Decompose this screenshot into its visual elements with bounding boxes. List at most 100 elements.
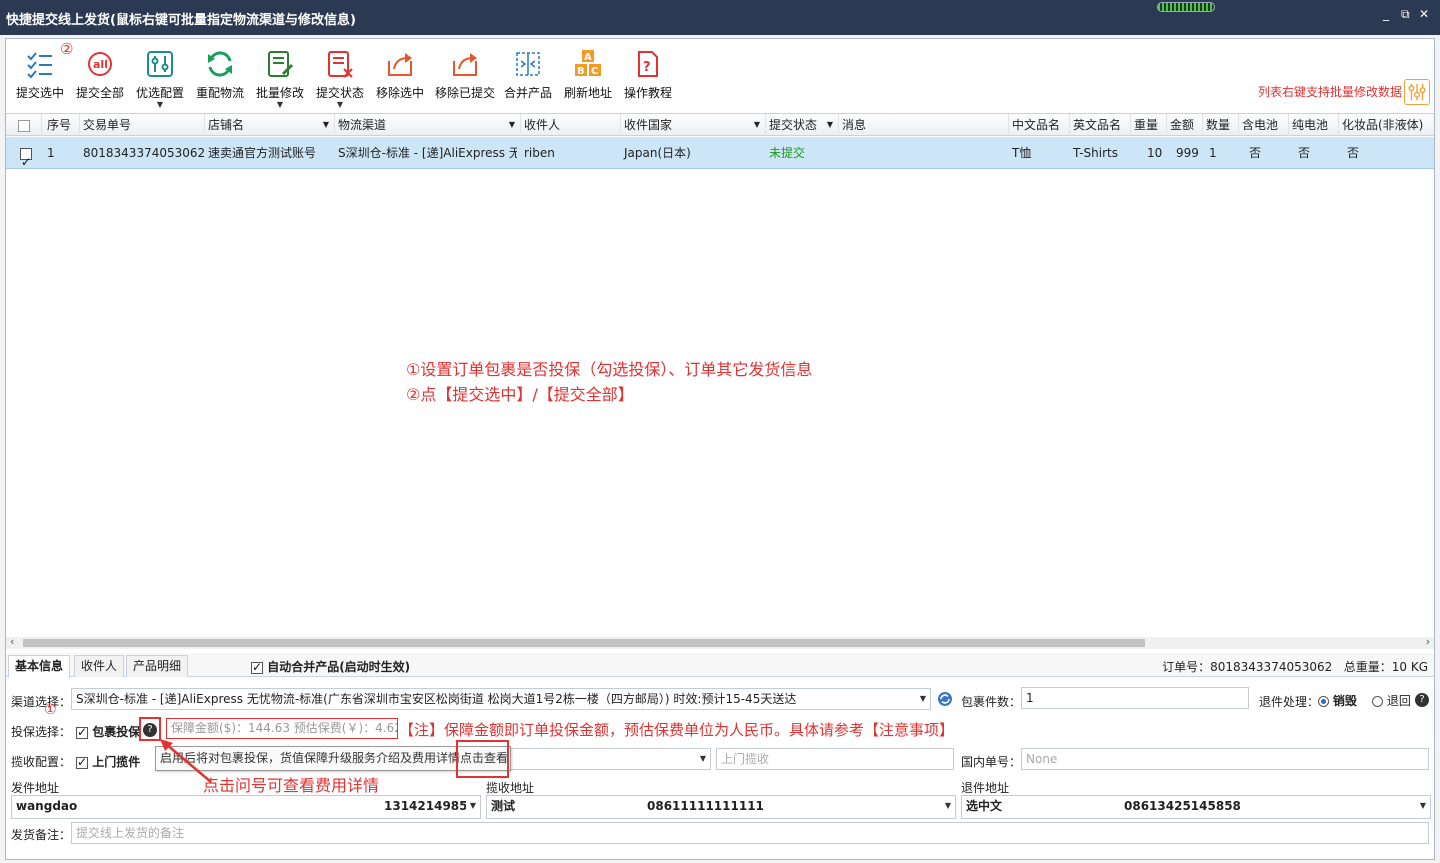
col-recipient[interactable]: 收件人 (521, 114, 621, 136)
minimize-button[interactable]: _ (1383, 7, 1389, 21)
tab-product-detail[interactable]: 产品明细 (126, 655, 189, 677)
remove-submitted-icon (453, 53, 477, 76)
col-battery[interactable]: 含电池 (1239, 114, 1289, 136)
filter-arrow-icon[interactable]: ▼ (323, 114, 329, 136)
col-country[interactable]: 收件国家 ▼ (621, 114, 766, 136)
instruction-note: ①设置订单包裹是否投保（勾选投保）、订单其它发货信息 ②点【提交选中】/【提交全… (406, 357, 812, 407)
scrollbar-thumb[interactable] (23, 639, 1145, 647)
insure-checkbox[interactable] (76, 725, 88, 739)
radio-destroy[interactable] (1318, 696, 1329, 707)
refresh-channel-icon[interactable] (937, 691, 953, 707)
pickup-config-label: 揽收配置： (11, 755, 72, 769)
close-button[interactable]: ✕ (1419, 7, 1429, 21)
merge-products-label: 合并产品 (503, 86, 552, 100)
col-status[interactable]: 提交状态 ▼ (766, 114, 839, 136)
submit-status-button[interactable]: 提交状态 ▼ (314, 49, 366, 109)
insure-toggle[interactable]: 包裹投保 (76, 723, 140, 740)
tab-recipient[interactable]: 收件人 (74, 655, 125, 677)
remove-selected-label: 移除选中 (375, 86, 424, 100)
svg-text:C: C (591, 66, 598, 77)
row-cn-name: T恤 (1012, 146, 1032, 160)
scroll-right-icon[interactable]: › (1426, 635, 1430, 648)
col-qty[interactable]: 数量 (1203, 114, 1239, 136)
domestic-no-label: 国内单号： (961, 755, 1022, 769)
col-trade-no[interactable]: 交易单号 (80, 114, 205, 136)
channel-value: S深圳仓-标准 - [递]AliExpress 无忧物流-标准(广东省深圳市宝安… (76, 692, 797, 706)
help-doc-icon: ? (638, 51, 658, 77)
refresh-address-button[interactable]: A B C 刷新地址 (562, 49, 614, 107)
return-option-return[interactable]: 退回 (1372, 692, 1411, 709)
filter-arrow-icon[interactable]: ▼ (827, 114, 833, 136)
row-shop: 速卖通官方测试账号 (208, 146, 317, 160)
table-row[interactable]: 1 8018343374053062 速卖通官方测试账号 S深圳仓-标准 - [… (6, 137, 1434, 169)
dropdown-arrow-icon: ▼ (336, 100, 344, 109)
submit-status-label: 提交状态 (315, 86, 364, 100)
row-cosmetic: 否 (1347, 146, 1360, 160)
return-help-icon[interactable]: ? (1415, 692, 1429, 707)
return-option-destroy[interactable]: 销毁 (1318, 692, 1357, 709)
pickup-address-label: 揽收地址 (486, 781, 535, 795)
col-shop[interactable]: 店铺名 ▼ (205, 114, 335, 136)
order-grid: 序号 交易单号 店铺名 ▼ 物流渠道 ▼ 收件人 收件国家 ▼ 提交状态 ▼ 消息 中文… (6, 113, 1434, 648)
submit-all-button[interactable]: all 提交全部 (74, 49, 126, 107)
remark-input[interactable]: 提交线上发货的备注 (71, 822, 1429, 844)
merge-products-button[interactable]: 合并产品 (502, 49, 554, 107)
scroll-left-icon[interactable]: ‹ (10, 635, 14, 648)
refresh-address-label: 刷新地址 (563, 86, 612, 100)
col-index[interactable]: 序号 (44, 114, 80, 136)
sender-name: wangdao (16, 799, 78, 813)
channel-label: 渠道选择： (11, 695, 72, 709)
grid-header: 序号 交易单号 店铺名 ▼ 物流渠道 ▼ 收件人 收件国家 ▼ 提交状态 ▼ 消息 中文… (6, 114, 1434, 136)
restore-button[interactable]: ⧉ (1401, 7, 1410, 22)
select-all-checkbox[interactable] (6, 114, 42, 136)
pickup-select[interactable]: ▼ (506, 748, 711, 770)
row-message (839, 137, 1009, 169)
tab-basic-info[interactable]: 基本信息 (8, 655, 71, 678)
col-en-name[interactable]: 英文品名 (1070, 114, 1131, 136)
sender-address-select[interactable]: wangdao 13142149851 ▼ (11, 795, 481, 819)
col-weight[interactable]: 重量 (1131, 114, 1167, 136)
dropdown-arrow-icon: ▼ (276, 100, 284, 109)
col-pure-battery[interactable]: 纯电池 (1289, 114, 1339, 136)
title-bar: 快捷提交线上发货(鼠标右键可批量指定物流渠道与修改信息) _ ⧉ ✕ (0, 0, 1440, 35)
pickup-address-select[interactable]: 测试 08611111111111 ▼ (486, 795, 956, 819)
domestic-no-input[interactable]: None (1021, 748, 1429, 770)
insure-checkbox-label: 包裹投保 (92, 725, 141, 739)
col-cn-name[interactable]: 中文品名 (1009, 114, 1070, 136)
submit-all-label: 提交全部 (75, 86, 124, 100)
reassign-logistics-button[interactable]: 重配物流 (194, 49, 246, 107)
return-address-select[interactable]: 选中文 08613425145858 ▼ (961, 795, 1431, 819)
instruction-line-1: ①设置订单包裹是否投保（勾选投保）、订单其它发货信息 (406, 360, 813, 379)
submit-selected-button[interactable]: 提交选中 (14, 49, 66, 107)
filter-arrow-icon[interactable]: ▼ (509, 114, 515, 136)
order-summary: 订单号：8018343374053062 总重量：10 KG (1162, 658, 1428, 675)
row-checkbox[interactable] (17, 137, 37, 169)
radio-return[interactable] (1372, 696, 1383, 707)
pickup-toggle[interactable]: 上门揽件 (76, 753, 140, 770)
col-amount[interactable]: 金额 (1167, 114, 1203, 136)
pickup-checkbox[interactable] (76, 755, 88, 769)
insure-help-icon[interactable]: ? (143, 722, 157, 737)
remove-submitted-button[interactable]: 移除已提交 (434, 49, 496, 107)
pickup-name: 测试 (491, 799, 516, 813)
filter-arrow-icon[interactable]: ▼ (754, 114, 760, 136)
tutorial-button[interactable]: ? 操作教程 (622, 49, 674, 107)
horizontal-scrollbar[interactable]: ‹ › (6, 635, 1434, 649)
preferred-config-button[interactable]: 优选配置 ▼ (134, 49, 186, 109)
remove-selected-button[interactable]: 移除选中 (374, 49, 426, 107)
row-recipient: riben (524, 146, 555, 160)
col-cosmetic[interactable]: 化妆品(非液体) (1339, 114, 1434, 136)
channel-select[interactable]: S深圳仓-标准 - [递]AliExpress 无忧物流-标准(广东省深圳市宝安… (71, 688, 931, 710)
pickup-input[interactable]: 上门揽收 (716, 748, 954, 770)
package-count-input[interactable]: 1 (1021, 687, 1249, 709)
batch-edit-button[interactable]: 批量修改 ▼ (254, 49, 306, 109)
return-return-label: 退回 (1386, 694, 1411, 708)
batch-settings-icon[interactable] (1404, 79, 1430, 105)
auto-merge-toggle[interactable]: 自动合并产品(启动时生效) (251, 658, 410, 675)
col-channel[interactable]: 物流渠道 ▼ (335, 114, 521, 136)
col-message[interactable]: 消息 (839, 114, 1009, 136)
svg-text:?: ? (643, 60, 651, 75)
auto-merge-checkbox[interactable] (251, 660, 263, 674)
insure-label: 投保选择： (11, 725, 72, 739)
reassign-logistics-label: 重配物流 (195, 86, 244, 100)
